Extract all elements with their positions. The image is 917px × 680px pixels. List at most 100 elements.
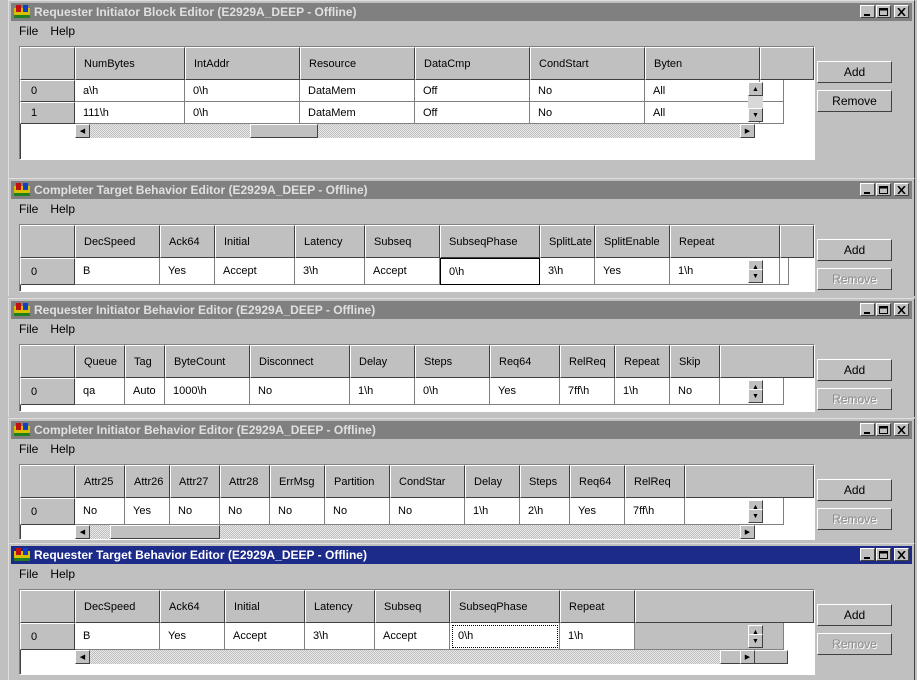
- app-icon[interactable]: [14, 183, 30, 197]
- table-cell[interactable]: 0\h: [185, 102, 300, 124]
- menu-help[interactable]: Help: [50, 322, 75, 336]
- column-header[interactable]: Steps: [520, 465, 570, 498]
- column-header[interactable]: DecSpeed: [75, 590, 160, 623]
- close-button[interactable]: [894, 303, 909, 316]
- column-header[interactable]: Ack64: [160, 590, 225, 623]
- remove-button[interactable]: Remove: [817, 90, 892, 112]
- scroll-left-icon[interactable]: ◀: [75, 124, 90, 138]
- table-cell[interactable]: No: [220, 498, 270, 525]
- column-header[interactable]: Req64: [490, 345, 560, 378]
- column-header[interactable]: IntAddr: [185, 47, 300, 80]
- table-cell[interactable]: 1\h: [350, 378, 415, 405]
- vertical-scrollbar[interactable]: ▲ ▼: [748, 260, 763, 283]
- vertical-scrollbar[interactable]: ▲ ▼: [748, 625, 763, 648]
- table-row[interactable]: 0 a\h 0\h DataMem Off No All: [20, 80, 814, 102]
- column-header[interactable]: Latency: [295, 225, 365, 258]
- column-header[interactable]: Initial: [225, 590, 305, 623]
- title-bar[interactable]: Requester Initiator Behavior Editor (E29…: [11, 301, 912, 319]
- table-cell[interactable]: Accept: [365, 258, 440, 285]
- row-header[interactable]: 0: [20, 80, 75, 102]
- column-header[interactable]: Subseq: [365, 225, 440, 258]
- scroll-left-icon[interactable]: ◀: [75, 525, 90, 539]
- column-header[interactable]: Attr28: [220, 465, 270, 498]
- table-cell[interactable]: 7ff\h: [625, 498, 685, 525]
- column-header[interactable]: Tag: [125, 345, 165, 378]
- table-cell[interactable]: B: [75, 623, 160, 650]
- vertical-scrollbar[interactable]: ▲ ▼: [748, 82, 763, 122]
- scroll-down-icon[interactable]: ▼: [748, 634, 763, 648]
- vertical-scrollbar[interactable]: ▲ ▼: [748, 500, 763, 523]
- remove-button[interactable]: Remove: [817, 633, 892, 655]
- minimize-button[interactable]: [860, 303, 875, 316]
- title-bar[interactable]: Requester Target Behavior Editor (E2929A…: [11, 546, 912, 564]
- row-header[interactable]: 1: [20, 102, 75, 124]
- table-cell[interactable]: No: [390, 498, 465, 525]
- table-cell[interactable]: 111\h: [75, 102, 185, 124]
- column-header[interactable]: CondStart: [530, 47, 645, 80]
- table-row[interactable]: 0 No Yes No No No No No 1\h 2\h Yes 7ff\h: [20, 498, 814, 525]
- table-cell[interactable]: No: [170, 498, 220, 525]
- app-icon[interactable]: [14, 548, 30, 562]
- close-button[interactable]: [894, 5, 909, 18]
- vertical-scrollbar[interactable]: ▲ ▼: [748, 380, 763, 403]
- table-cell[interactable]: 3\h: [305, 623, 375, 650]
- table-cell[interactable]: 0\h: [450, 623, 560, 650]
- minimize-button[interactable]: [860, 548, 875, 561]
- horizontal-scrollbar[interactable]: ◀ ▶: [75, 124, 755, 138]
- close-button[interactable]: [894, 548, 909, 561]
- column-header[interactable]: ByteCount: [165, 345, 250, 378]
- title-bar[interactable]: Completer Target Behavior Editor (E2929A…: [11, 181, 912, 199]
- row-header[interactable]: 0: [20, 498, 75, 525]
- table-cell[interactable]: Yes: [490, 378, 560, 405]
- minimize-button[interactable]: [860, 423, 875, 436]
- table-cell[interactable]: 0\h: [185, 80, 300, 102]
- menu-file[interactable]: File: [19, 442, 38, 456]
- table-cell[interactable]: 7ff\h: [560, 378, 615, 405]
- scroll-up-icon[interactable]: ▲: [748, 82, 763, 96]
- app-icon[interactable]: [14, 423, 30, 437]
- column-header[interactable]: Skip: [670, 345, 720, 378]
- table-cell[interactable]: DataMem: [300, 80, 415, 102]
- menu-file[interactable]: File: [19, 322, 38, 336]
- table-cell[interactable]: Auto: [125, 378, 165, 405]
- table-cell[interactable]: No: [530, 102, 645, 124]
- row-header[interactable]: 0: [20, 258, 75, 285]
- column-header[interactable]: Partition: [325, 465, 390, 498]
- maximize-button[interactable]: [876, 183, 891, 196]
- minimize-button[interactable]: [860, 183, 875, 196]
- table-cell[interactable]: Off: [415, 80, 530, 102]
- row-header[interactable]: 0: [20, 378, 75, 405]
- column-header[interactable]: DataCmp: [415, 47, 530, 80]
- table-row[interactable]: 0 B Yes Accept 3\h Accept 0\h 3\h Yes 1\h: [20, 258, 814, 285]
- menu-help[interactable]: Help: [50, 567, 75, 581]
- table-cell[interactable]: 1000\h: [165, 378, 250, 405]
- menu-help[interactable]: Help: [50, 442, 75, 456]
- table-cell[interactable]: Accept: [375, 623, 450, 650]
- table-cell[interactable]: All: [645, 80, 760, 102]
- table-cell[interactable]: qa: [75, 378, 125, 405]
- scroll-down-icon[interactable]: ▼: [748, 269, 763, 283]
- menu-file[interactable]: File: [19, 24, 38, 38]
- table-cell[interactable]: Yes: [125, 498, 170, 525]
- row-header[interactable]: 0: [20, 623, 75, 650]
- maximize-button[interactable]: [876, 548, 891, 561]
- column-header[interactable]: RelReq: [560, 345, 615, 378]
- scroll-right-icon[interactable]: ▶: [740, 525, 755, 539]
- close-button[interactable]: [894, 423, 909, 436]
- scroll-down-icon[interactable]: ▼: [748, 108, 763, 122]
- column-header[interactable]: Repeat: [615, 345, 670, 378]
- remove-button[interactable]: Remove: [817, 508, 892, 530]
- table-cell[interactable]: No: [250, 378, 350, 405]
- column-header[interactable]: RelReq: [625, 465, 685, 498]
- column-header[interactable]: ErrMsg: [270, 465, 325, 498]
- column-header[interactable]: Delay: [350, 345, 415, 378]
- column-header[interactable]: Ack64: [160, 225, 215, 258]
- table-cell[interactable]: Accept: [215, 258, 295, 285]
- table-cell[interactable]: 1\h: [615, 378, 670, 405]
- table-cell[interactable]: All: [645, 102, 760, 124]
- table-cell[interactable]: 2\h: [520, 498, 570, 525]
- menu-file[interactable]: File: [19, 202, 38, 216]
- scroll-thumb[interactable]: [110, 525, 220, 539]
- maximize-button[interactable]: [876, 303, 891, 316]
- column-header[interactable]: Repeat: [560, 590, 635, 623]
